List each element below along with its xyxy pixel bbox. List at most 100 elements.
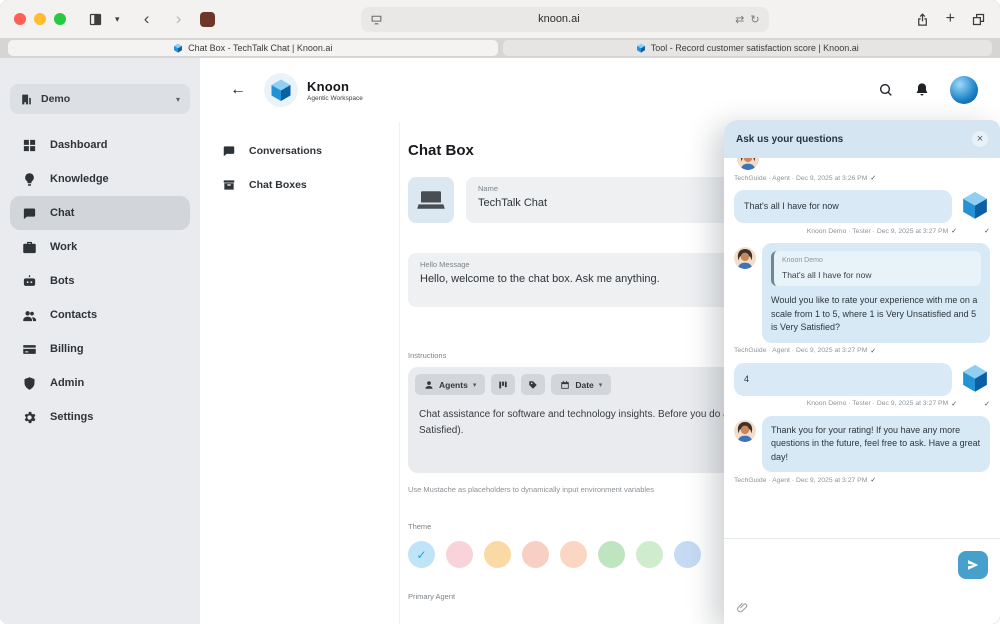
sidebar-panel-icon: [88, 12, 103, 27]
delivered-check-icon: ✓: [870, 347, 876, 355]
meta-text: TechGuide · Agent · Dec 9, 2025 at 3:27 …: [734, 347, 867, 354]
send-button[interactable]: [958, 551, 988, 579]
message-meta: TechGuide · Agent · Dec 9, 2025 at 3:27 …: [734, 476, 990, 484]
sidebar-item-dashboard[interactable]: Dashboard: [10, 128, 190, 162]
message-meta: Knoon Demo · Tester · Dec 9, 2025 at 3:2…: [734, 227, 990, 235]
sidebar-item-label: Chat: [50, 207, 74, 219]
message-bubble: Thank you for your rating! If you have a…: [762, 416, 990, 473]
sidebar-item-chat[interactable]: Chat: [10, 196, 190, 230]
sidebar-item-label: Bots: [50, 275, 74, 287]
chat-subnav: Conversations Chat Boxes: [200, 122, 400, 624]
theme-swatch[interactable]: [674, 541, 701, 568]
browser-chrome: ▾ ‹ › knoon.ai ⇄ ↻ +: [0, 0, 1000, 38]
workspace-switcher[interactable]: Demo ▾: [10, 84, 190, 114]
theme-swatch[interactable]: [636, 541, 663, 568]
agents-dropdown-button[interactable]: Agents ▾: [415, 374, 485, 395]
message-bubble: That's all I have for now: [734, 190, 952, 223]
minimize-window-button[interactable]: [34, 13, 46, 25]
subnav-item-chat-boxes[interactable]: Chat Boxes: [222, 168, 399, 202]
sidebar-item-admin[interactable]: Admin: [10, 366, 190, 400]
close-icon[interactable]: ×: [972, 131, 988, 147]
credit-card-icon: [22, 342, 37, 357]
chevron-down-icon: ▾: [473, 381, 477, 389]
paperclip-icon[interactable]: [736, 601, 749, 614]
history-back-button[interactable]: ‹: [136, 8, 158, 30]
columns-button[interactable]: [491, 374, 515, 395]
subnav-item-conversations[interactable]: Conversations: [222, 134, 399, 168]
agent-message: Knoon Demo That's all I have for now Wou…: [734, 243, 990, 343]
toolbar-right: +: [915, 12, 986, 27]
chevron-down-icon: ▾: [176, 95, 180, 104]
tab-group-chevron[interactable]: ▾: [109, 14, 126, 25]
subnav-item-label: Conversations: [249, 145, 322, 157]
shield-icon: [22, 376, 37, 391]
search-icon[interactable]: [878, 82, 894, 98]
share-icon[interactable]: [915, 12, 930, 27]
agent-avatar: [734, 420, 756, 442]
agent-avatar: [734, 247, 756, 269]
sidebar-item-label: Contacts: [50, 309, 97, 321]
agents-dropdown-label: Agents: [439, 380, 468, 390]
meta-text: TechGuide · Agent · Dec 9, 2025 at 3:26 …: [734, 175, 867, 182]
extension-icon[interactable]: [200, 12, 215, 27]
sidebar-item-contacts[interactable]: Contacts: [10, 298, 190, 332]
date-dropdown-button[interactable]: Date ▾: [551, 374, 611, 395]
theme-swatch-selected[interactable]: ✓: [408, 541, 435, 568]
send-icon: [966, 558, 980, 572]
woman-avatar-icon: [737, 158, 759, 170]
woman-avatar-icon: [734, 247, 756, 269]
message-meta: Knoon Demo · Tester · Dec 9, 2025 at 3:2…: [734, 400, 990, 408]
user-avatar: [960, 363, 990, 393]
chat-message-list[interactable]: TechGuide · Agent · Dec 9, 2025 at 3:26 …: [724, 158, 1000, 538]
cube-avatar-icon: [960, 190, 990, 220]
sidebar-item-settings[interactable]: Settings: [10, 400, 190, 434]
page-actions-icon[interactable]: ⇄: [735, 13, 744, 26]
theme-swatch[interactable]: [598, 541, 625, 568]
knoon-favicon: [173, 43, 183, 53]
chat-widget: Ask us your questions × TechGuide · Agen…: [724, 120, 1000, 624]
theme-swatch[interactable]: [522, 541, 549, 568]
check-icon: ✓: [416, 548, 426, 562]
cube-avatar-icon: [960, 363, 990, 393]
columns-icon: [498, 380, 508, 390]
close-window-button[interactable]: [14, 13, 26, 25]
reload-button[interactable]: ↻: [750, 13, 759, 26]
address-bar[interactable]: knoon.ai ⇄ ↻: [361, 7, 769, 32]
sidebar-item-knowledge[interactable]: Knowledge: [10, 162, 190, 196]
calendar-icon: [560, 380, 570, 390]
conversations-icon: [222, 144, 236, 158]
sidebar-item-billing[interactable]: Billing: [10, 332, 190, 366]
theme-swatch[interactable]: [446, 541, 473, 568]
theme-swatch[interactable]: [484, 541, 511, 568]
sidebar: Demo ▾ Dashboard Knowledge Chat: [0, 58, 200, 624]
tab-record-csat-tool[interactable]: Tool - Record customer satisfaction scor…: [503, 40, 993, 56]
woman-avatar-icon: [734, 420, 756, 442]
sidebar-toggle-button[interactable]: [82, 12, 109, 27]
sidebar-item-work[interactable]: Work: [10, 230, 190, 264]
sidebar-item-label: Dashboard: [50, 139, 107, 151]
new-tab-button[interactable]: +: [946, 12, 955, 26]
avatar[interactable]: [950, 76, 978, 104]
tab-bar: Chat Box - TechTalk Chat | Knoon.ai Tool…: [0, 38, 1000, 58]
message-text: Thank you for your rating! If you have a…: [771, 424, 981, 465]
chat-widget-title: Ask us your questions: [736, 134, 843, 145]
tab-overview-icon[interactable]: [971, 12, 986, 27]
message-text: Would you like to rate your experience w…: [771, 294, 981, 335]
bell-icon[interactable]: [914, 82, 930, 98]
brand: Knoon Agentic Workspace: [264, 73, 363, 107]
zoom-window-button[interactable]: [54, 13, 66, 25]
quote-author: Knoon Demo: [782, 256, 973, 267]
back-button[interactable]: ←: [222, 74, 254, 106]
chat-box-image[interactable]: [408, 177, 454, 223]
tab-chat-box[interactable]: Chat Box - TechTalk Chat | Knoon.ai: [8, 40, 498, 56]
tag-button[interactable]: [521, 374, 545, 395]
brand-tagline: Agentic Workspace: [307, 95, 363, 102]
delivered-check-icon: ✓: [984, 400, 990, 408]
tab-label: Chat Box - TechTalk Chat | Knoon.ai: [188, 43, 332, 53]
theme-swatch[interactable]: [560, 541, 587, 568]
sidebar-item-bots[interactable]: Bots: [10, 264, 190, 298]
quote-text: That's all I have for now: [782, 269, 973, 282]
chat-input-area[interactable]: [724, 538, 1000, 624]
history-forward-button[interactable]: ›: [168, 8, 190, 30]
address-url: knoon.ai: [389, 13, 730, 25]
